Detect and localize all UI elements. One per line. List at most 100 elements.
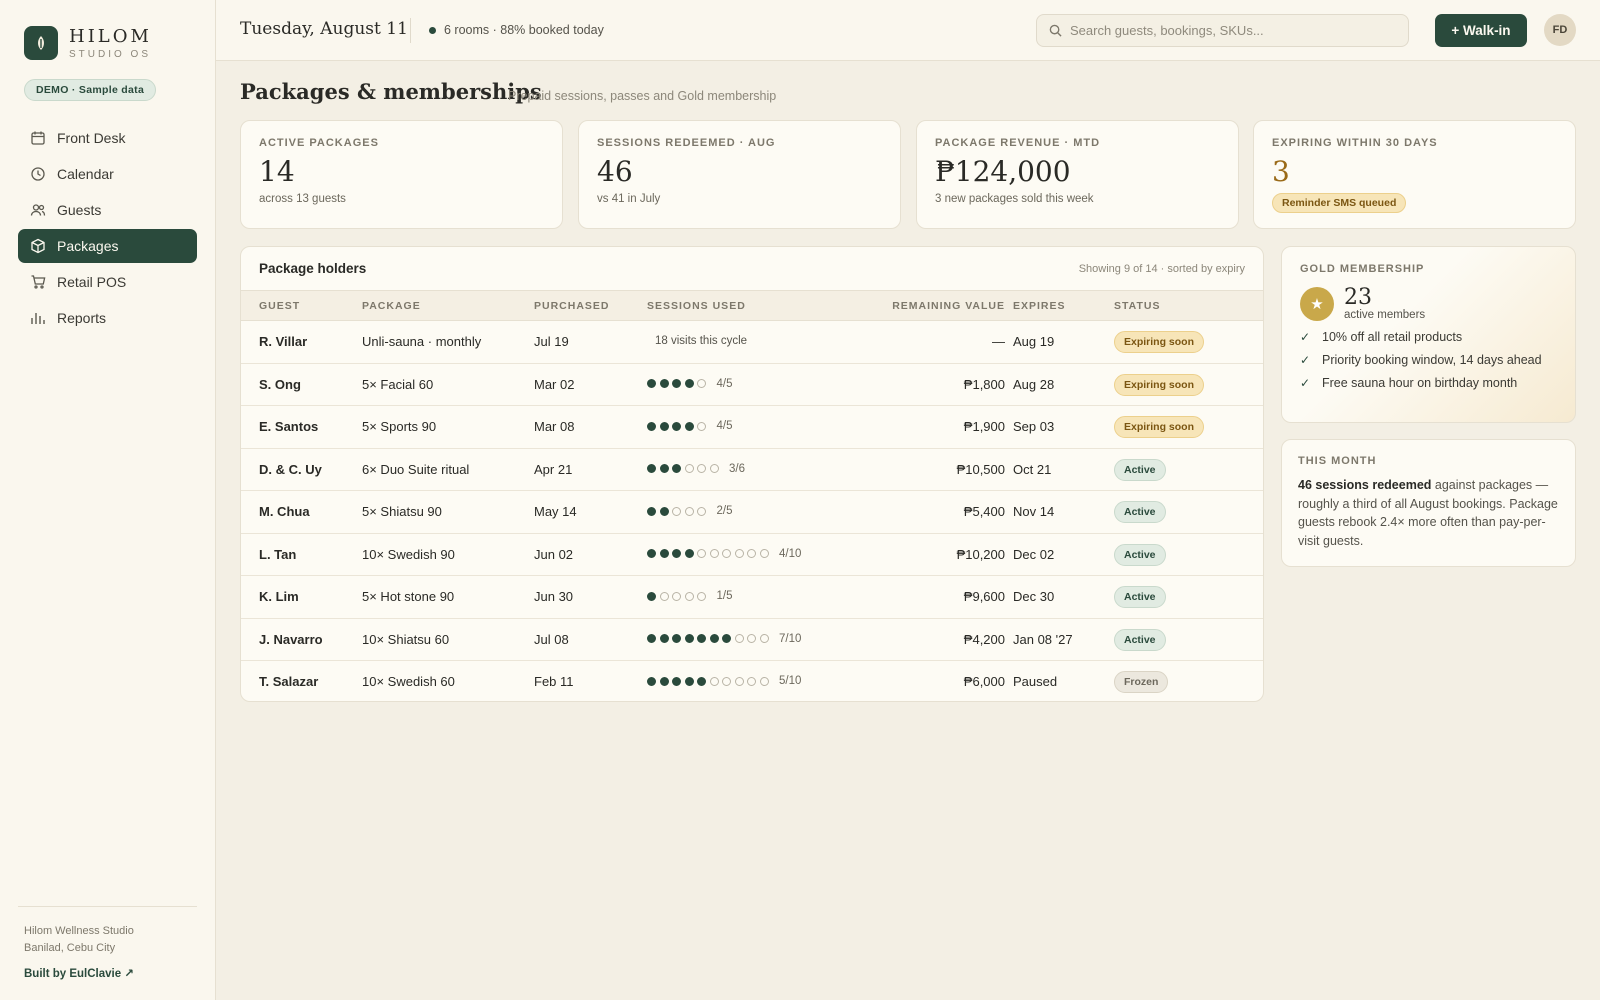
expires-date: Dec 02 [1013, 546, 1055, 562]
session-open-dot [709, 464, 719, 473]
guest-name[interactable]: K. Lim [259, 589, 299, 604]
session-used-dot [659, 464, 669, 473]
table-row[interactable]: E. Santos 5× Sports 90 Mar 08 4/5 ₱1,900 Sep … [241, 406, 1263, 449]
purchased-date: Jun 30 [534, 589, 574, 604]
search-input[interactable] [1070, 23, 1390, 38]
column-header-guest[interactable]: GUEST [259, 300, 300, 312]
remaining-value: ₱4,200 [963, 631, 1005, 647]
guest-name[interactable]: S. Ong [259, 377, 301, 392]
sidebar-item-packages[interactable]: Packages [18, 229, 197, 263]
session-used-dot [697, 676, 706, 686]
column-header-remaining[interactable]: REMAINING VALUE [892, 300, 1005, 312]
session-used-dot [672, 676, 681, 686]
brand[interactable]: HILOM STUDIO OS [24, 26, 152, 60]
status-badge: Active [1114, 458, 1166, 481]
session-used-dot [647, 506, 656, 516]
cart-icon [31, 275, 46, 289]
table-meta: Showing 9 of 14 · sorted by expiry [1078, 262, 1245, 275]
guest-name[interactable]: R. Villar [259, 334, 307, 349]
expires-date: Dec 30 [1013, 589, 1055, 604]
package-name: 10× Swedish 60 [362, 674, 455, 689]
sidebar-item-label: Guests [57, 202, 102, 218]
status-badge: Frozen [1114, 671, 1169, 693]
sidebar-item-guests[interactable]: Guests [18, 193, 197, 227]
sessions-used: 1/5 [647, 590, 733, 602]
kpi-active-packages: ACTIVE PACKAGES 14 across 13 guests [240, 120, 563, 229]
session-used-dot [684, 549, 694, 558]
kpi-label: PACKAGE REVENUE · MTD [935, 137, 1101, 149]
expires-date: Sep 03 [1013, 419, 1055, 434]
session-open-dot [684, 464, 694, 473]
gold-member-count: 23 [1344, 285, 1372, 310]
guest-name[interactable]: L. Tan [259, 547, 296, 562]
sessions-count: 7/10 [779, 632, 802, 645]
session-used-dot [647, 379, 656, 388]
purchased-date: Mar 02 [534, 376, 575, 392]
session-used-dot [659, 634, 669, 643]
search-box[interactable] [1036, 14, 1409, 47]
session-open-dot [672, 506, 681, 516]
page-subtitle: Prepaid sessions, passes and Gold member… [508, 89, 777, 103]
sessions-used: 5/10 [647, 675, 801, 687]
package-name: 6× Duo Suite ritual [362, 461, 470, 477]
guest-name[interactable]: D. & C. Uy [259, 462, 322, 477]
session-used-dot [659, 549, 669, 558]
package-name: 5× Sports 90 [362, 419, 437, 434]
session-open-dot [684, 591, 694, 601]
session-open-dot [684, 506, 694, 516]
guest-name[interactable]: T. Salazar [259, 674, 318, 689]
calendar-icon [31, 131, 45, 145]
package-name: 10× Swedish 90 [362, 546, 455, 562]
column-header-expires[interactable]: EXPIRES [1013, 300, 1066, 312]
table-row[interactable]: S. Ong 5× Facial 60 Mar 02 4/5 ₱1,800 Aug 28 E… [241, 364, 1263, 406]
table-row[interactable]: M. Chua 5× Shiatsu 90 May 14 2/5 ₱5,400 Nov 1… [241, 491, 1263, 534]
session-used-dot [684, 421, 694, 431]
table-row[interactable]: K. Lim 5× Hot stone 90 Jun 30 1/5 ₱9,600 Dec … [241, 576, 1263, 619]
status-badge: Expiring soon [1114, 331, 1205, 353]
purchased-date: Apr 21 [534, 461, 573, 477]
column-header-package[interactable]: PACKAGE [362, 300, 421, 312]
table-row[interactable]: T. Salazar 10× Swedish 60 Feb 11 5/10 ₱6,000… [241, 661, 1263, 701]
status-cell: Active [1114, 458, 1166, 481]
guest-name[interactable]: M. Chua [259, 504, 310, 519]
reminder-badge: Reminder SMS queued [1272, 193, 1407, 213]
sidebar-item-calendar[interactable]: Calendar [18, 157, 197, 191]
remaining-value: ₱1,800 [963, 376, 1005, 392]
session-open-dot [747, 634, 756, 643]
column-header-sessions[interactable]: SESSIONS USED [647, 300, 746, 312]
session-used-dot [672, 634, 681, 643]
built-by-link[interactable]: Built by EulClavie ↗ [18, 966, 197, 980]
table-body: R. Villar Unli-sauna · monthly Jul 19 18 vi… [241, 321, 1263, 701]
session-used-dot [647, 421, 656, 431]
sidebar-item-reports[interactable]: Reports [18, 301, 197, 335]
session-used-dot [647, 634, 656, 643]
table-row[interactable]: D. & C. Uy 6× Duo Suite ritual Apr 21 3/6 ₱1… [241, 449, 1263, 491]
kpi-value: 46 [597, 155, 633, 188]
expires-date: Jan 08 '27 [1013, 631, 1073, 647]
sessions-text: 18 visits this cycle [655, 335, 748, 347]
guest-name[interactable]: E. Santos [259, 419, 318, 434]
table-row[interactable]: J. Navarro 10× Shiatsu 60 Jul 08 7/10 ₱4,200… [241, 619, 1263, 661]
column-header-status[interactable]: STATUS [1114, 300, 1160, 312]
package-icon [31, 238, 45, 254]
status-cell: Active [1114, 586, 1166, 608]
guest-name[interactable]: J. Navarro [259, 632, 323, 647]
sessions-used: 4/5 [647, 420, 733, 432]
column-header-purchased[interactable]: PURCHASED [534, 300, 610, 312]
table-row[interactable]: L. Tan 10× Swedish 90 Jun 02 4/10 ₱10,200 Dec… [241, 534, 1263, 576]
sessions-used: 18 visits this cycle [647, 335, 747, 347]
walk-in-button[interactable]: + Walk-in [1435, 14, 1527, 47]
avatar[interactable]: FD [1544, 14, 1576, 46]
occupancy-text: 6 rooms · 88% booked today [444, 23, 604, 37]
brand-subtitle: STUDIO OS [69, 48, 152, 60]
session-dots [647, 421, 710, 431]
package-name: 5× Facial 60 [362, 376, 434, 392]
table-row[interactable]: R. Villar Unli-sauna · monthly Jul 19 18 vi… [241, 321, 1263, 364]
kpi-value: 14 [259, 155, 295, 188]
sidebar-item-front-desk[interactable]: Front Desk [18, 121, 197, 155]
remaining-value: ₱5,400 [963, 504, 1005, 519]
kpi-label: ACTIVE PACKAGES [259, 137, 379, 149]
session-used-dot [672, 549, 681, 558]
session-dots [647, 506, 710, 516]
sidebar-item-retail-pos[interactable]: Retail POS [18, 265, 197, 299]
